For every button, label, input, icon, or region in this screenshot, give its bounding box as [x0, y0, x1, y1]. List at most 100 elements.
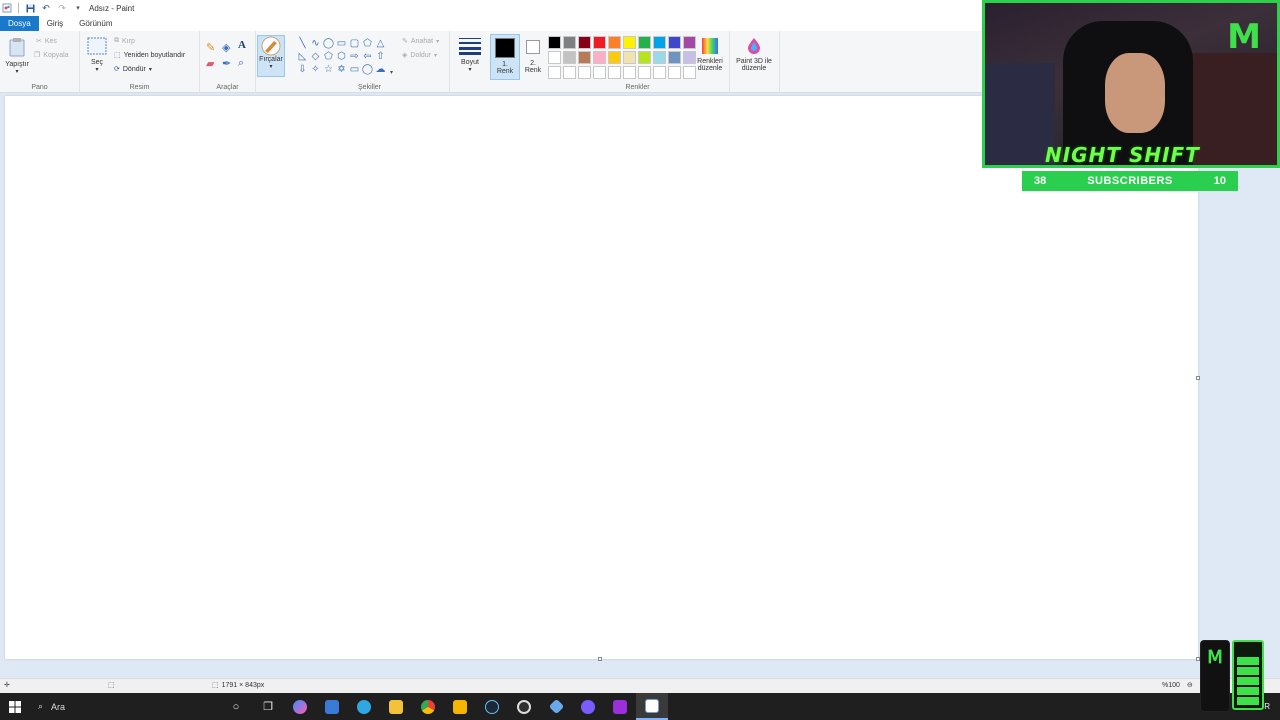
crop-button[interactable]: ⧉ Kırp: [114, 37, 135, 45]
resize-button[interactable]: ⬚ Yeniden boyutlandır: [114, 51, 185, 60]
windows-start-icon[interactable]: [0, 693, 30, 720]
color1-button[interactable]: 1. Renk: [490, 34, 520, 80]
pencil-icon[interactable]: ✎: [206, 41, 215, 54]
tab-view[interactable]: Görünüm: [71, 16, 120, 31]
cloud-callout-shape-icon[interactable]: ☁: [374, 63, 387, 76]
callout-shape-icon[interactable]: ▭: [348, 63, 361, 76]
oval-shape-icon[interactable]: ◯: [322, 37, 335, 50]
fill-bucket-icon[interactable]: ◈: [222, 41, 230, 54]
color-swatch[interactable]: [593, 51, 606, 64]
copy-button[interactable]: ❐ Kopyala: [34, 51, 69, 60]
curve-shape-icon[interactable]: ∿: [309, 37, 322, 50]
color-swatch[interactable]: [608, 51, 621, 64]
pentagon-shape-icon[interactable]: ⬠: [322, 50, 335, 63]
color-swatch[interactable]: [548, 51, 561, 64]
color-swatch[interactable]: [563, 66, 576, 79]
color-swatch[interactable]: [638, 36, 651, 49]
outline-button[interactable]: ✎ Anahat ▾: [402, 37, 439, 46]
eraser-icon[interactable]: ▰: [206, 57, 214, 70]
color-swatch[interactable]: [548, 36, 561, 49]
rectangle-shape-icon[interactable]: ▭: [335, 37, 348, 50]
color-swatch[interactable]: [653, 66, 666, 79]
color-swatch[interactable]: [593, 66, 606, 79]
color-swatch[interactable]: [608, 36, 621, 49]
taskbar-search[interactable]: ⌕ Ara: [30, 693, 220, 720]
size-button[interactable]: Boyut ▾: [456, 37, 484, 73]
triangle-shape-icon[interactable]: △: [374, 37, 387, 50]
discord-icon[interactable]: [572, 693, 604, 720]
color-swatch[interactable]: [593, 36, 606, 49]
edge-icon[interactable]: [348, 693, 380, 720]
file-explorer-icon[interactable]: [380, 693, 412, 720]
redo-icon[interactable]: ↷: [57, 3, 67, 13]
color-swatch[interactable]: [653, 51, 666, 64]
paint-taskbar-icon[interactable]: [636, 693, 668, 720]
cortana-icon[interactable]: ○: [220, 693, 252, 720]
color-swatch[interactable]: [623, 66, 636, 79]
color-swatch[interactable]: [563, 36, 576, 49]
right-arrow-shape-icon[interactable]: ⇨: [348, 50, 361, 63]
four-point-star-shape-icon[interactable]: ✧: [309, 63, 322, 76]
save-icon[interactable]: [25, 3, 35, 13]
brushes-button[interactable]: Fırçalar ▾: [257, 35, 285, 77]
pen-app-icon[interactable]: [316, 693, 348, 720]
game-launcher-icon[interactable]: [540, 693, 572, 720]
color-picker-icon[interactable]: ✒: [222, 57, 231, 70]
edit-colors-button[interactable]: Renkleri düzenle: [694, 37, 726, 72]
obs-icon[interactable]: [508, 693, 540, 720]
resize-handle-right[interactable]: [1196, 376, 1200, 380]
color-swatch[interactable]: [638, 66, 651, 79]
polygon-shape-icon[interactable]: ⬠: [361, 37, 374, 50]
drawing-canvas[interactable]: [5, 96, 1198, 659]
cut-label: Kes: [44, 37, 57, 45]
color-swatch[interactable]: [668, 51, 681, 64]
color-swatch[interactable]: [548, 66, 561, 79]
color-swatch[interactable]: [623, 51, 636, 64]
fill-button[interactable]: ◈ Doldur ▾: [402, 51, 437, 60]
steam-icon[interactable]: [476, 693, 508, 720]
color-swatch[interactable]: [668, 66, 681, 79]
color-swatch[interactable]: [563, 51, 576, 64]
color-swatch[interactable]: [638, 51, 651, 64]
color-swatch[interactable]: [578, 51, 591, 64]
color-swatch[interactable]: [623, 36, 636, 49]
tab-home[interactable]: Giriş: [39, 16, 71, 31]
line-shape-icon[interactable]: ╲: [296, 37, 309, 50]
select-button[interactable]: Seç ▾: [86, 37, 108, 73]
chrome-icon[interactable]: [412, 693, 444, 720]
color-swatch[interactable]: [653, 36, 666, 49]
task-view-icon[interactable]: ❐: [252, 693, 284, 720]
zoom-out-icon[interactable]: ⊖: [1187, 681, 1193, 689]
color-wheel-icon: [701, 37, 719, 55]
color-swatch[interactable]: [608, 66, 621, 79]
store-icon[interactable]: [444, 693, 476, 720]
magnifier-icon[interactable]: ⌕: [238, 57, 244, 70]
five-point-star-shape-icon[interactable]: ☆: [322, 63, 335, 76]
six-point-star-shape-icon[interactable]: ✡: [335, 63, 348, 76]
paint3d-button[interactable]: Paint 3D ile düzenle: [732, 37, 776, 72]
undo-icon[interactable]: ↶: [41, 3, 51, 13]
cut-button[interactable]: ✂ Kes: [36, 37, 57, 46]
down-arrow-shape-icon[interactable]: ⇩: [296, 63, 309, 76]
text-icon[interactable]: A: [238, 39, 246, 51]
rotate-button[interactable]: ⟳ Döndür ▾: [114, 65, 152, 74]
up-arrow-shape-icon[interactable]: ⇧: [374, 50, 387, 63]
color-swatch[interactable]: [578, 36, 591, 49]
left-arrow-shape-icon[interactable]: ⇦: [361, 50, 374, 63]
color2-button[interactable]: 2. Renk: [522, 34, 544, 80]
paste-button[interactable]: Yapıştır ▾: [4, 37, 30, 75]
color-swatch[interactable]: [668, 36, 681, 49]
subs-left-count: 38: [1034, 175, 1047, 187]
tab-file[interactable]: Dosya: [0, 16, 39, 31]
customize-qa-icon[interactable]: ▾: [73, 3, 83, 13]
copilot-app-icon[interactable]: [284, 693, 316, 720]
hexagon-shape-icon[interactable]: ⬡: [335, 50, 348, 63]
resize-handle-bottom[interactable]: [598, 657, 602, 661]
streaming-app-icon[interactable]: [604, 693, 636, 720]
rounded-rectangle-shape-icon[interactable]: ▢: [348, 37, 361, 50]
shapes-scroll-icon[interactable]: ▾: [390, 69, 393, 76]
color-swatch[interactable]: [578, 66, 591, 79]
oval-callout-shape-icon[interactable]: ◯: [361, 63, 374, 76]
diamond-shape-icon[interactable]: ◇: [309, 50, 322, 63]
right-triangle-shape-icon[interactable]: ◺: [296, 50, 309, 63]
